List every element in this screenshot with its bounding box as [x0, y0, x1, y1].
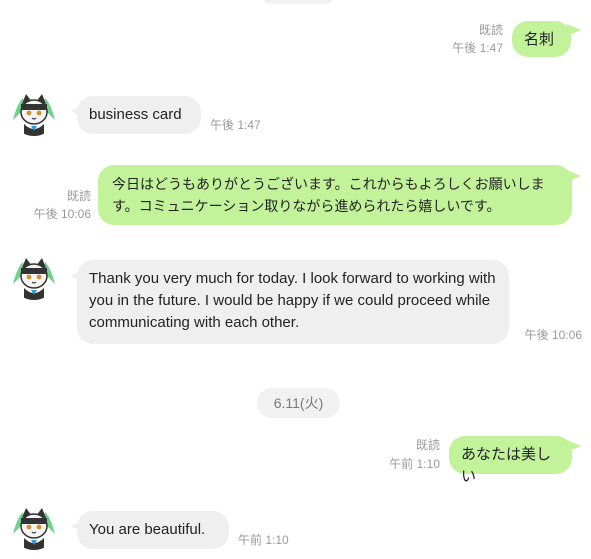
bubble-tail: [567, 440, 581, 452]
message-time: 午後 10:06: [33, 207, 91, 221]
message-time: 午後 1:47: [210, 118, 261, 132]
message-bubble[interactable]: 今日はどうもありがとうございます。これからもよろしくお願いします。コミュニケーシ…: [98, 165, 572, 225]
bubble-tail: [567, 170, 581, 182]
message-bubble[interactable]: Thank you very much for today. I look fo…: [77, 260, 509, 344]
cat-bandit-avatar-icon[interactable]: [11, 504, 57, 550]
bubble-tail: [567, 24, 581, 36]
date-separator: 6.11(火): [257, 388, 340, 418]
message-time: 午前 1:10: [389, 457, 440, 471]
message-bubble[interactable]: 名刺: [512, 21, 571, 57]
message-time: 午後 1:47: [452, 41, 503, 55]
cat-bandit-avatar-icon[interactable]: [11, 254, 57, 300]
message-time: 午後 10:06: [524, 328, 582, 342]
read-receipt: 既読: [478, 23, 503, 37]
message-bubble[interactable]: You are beautiful.: [77, 511, 229, 549]
date-separator-previous: [262, 0, 334, 4]
message-bubble[interactable]: business card: [77, 96, 201, 134]
read-receipt: 既読: [415, 438, 440, 452]
message-time: 午前 1:10: [238, 533, 289, 547]
cat-bandit-avatar-icon[interactable]: [11, 90, 57, 136]
message-bubble[interactable]: あなたは美しい: [449, 436, 572, 485]
read-receipt: 既読: [66, 189, 91, 203]
